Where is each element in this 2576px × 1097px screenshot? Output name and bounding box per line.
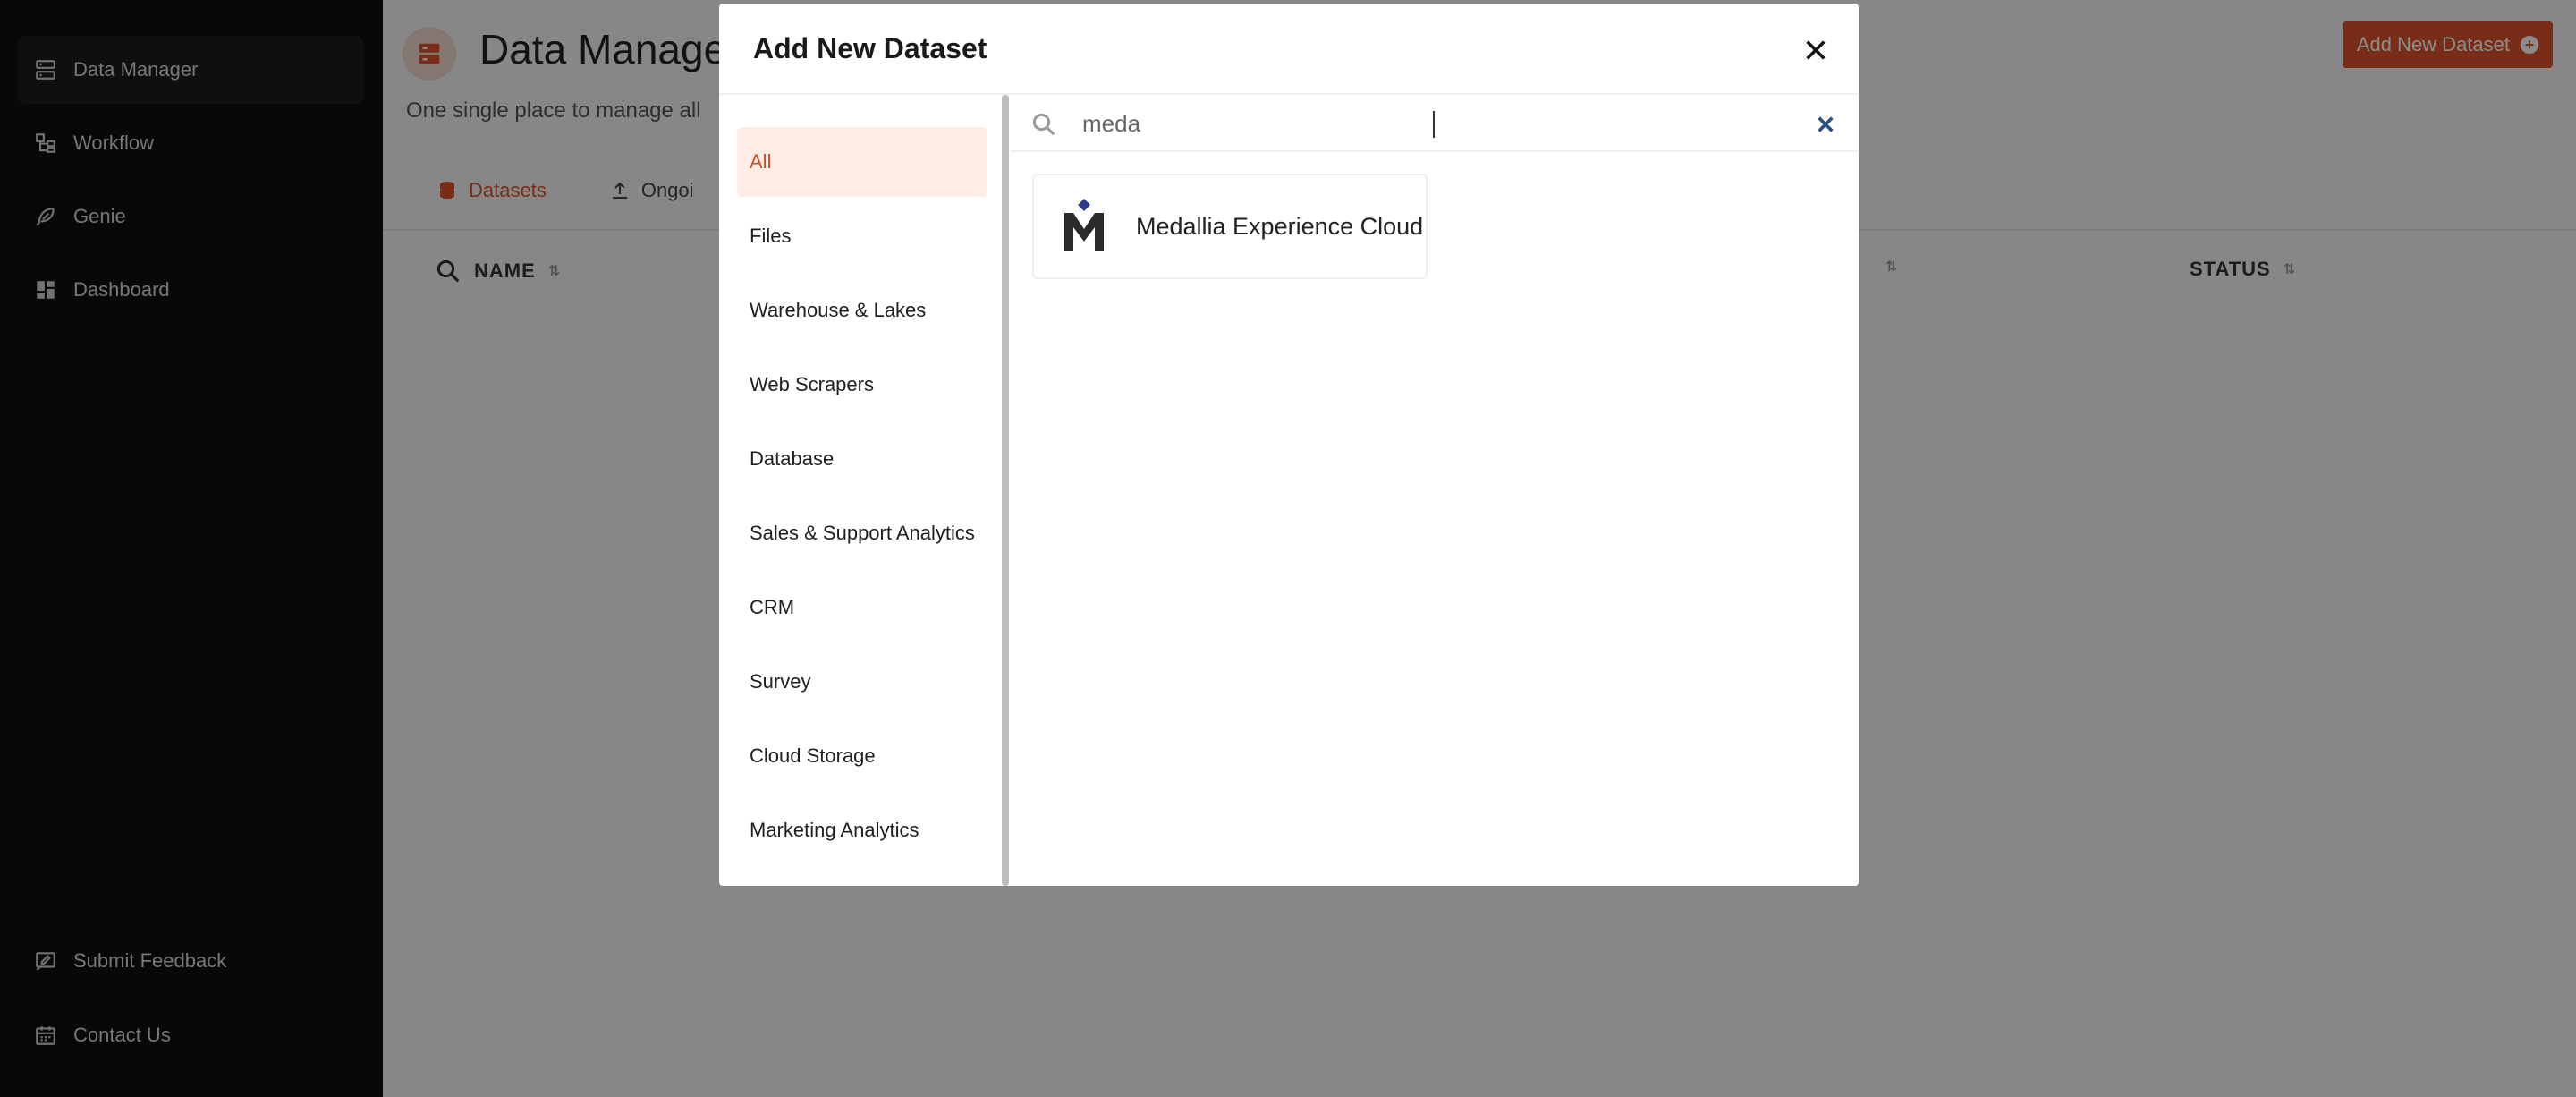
category-all[interactable]: All [737,127,987,197]
category-cloud-storage[interactable]: Cloud Storage [737,721,987,791]
search-icon [1030,111,1057,138]
add-dataset-modal: Add New Dataset All Files Warehouse & La… [719,4,1859,886]
category-marketing-analytics[interactable]: Marketing Analytics [737,795,987,865]
category-web-scrapers[interactable]: Web Scrapers [737,350,987,420]
text-cursor [1433,111,1435,138]
medallia-logo [1050,192,1118,260]
result-card[interactable]: Medallia Experience Cloud [1032,174,1428,279]
category-scrollbar[interactable] [1002,95,1009,886]
category-crm[interactable]: CRM [737,573,987,642]
category-sales-support-analytics[interactable]: Sales & Support Analytics [737,498,987,568]
category-files[interactable]: Files [737,201,987,271]
category-database[interactable]: Database [737,424,987,494]
result-name: Medallia Experience Cloud [1136,212,1424,240]
clear-icon [1818,116,1834,132]
search-bar [1011,95,1859,152]
close-icon [1806,40,1826,60]
category-survey[interactable]: Survey [737,647,987,717]
clear-search-button[interactable] [1814,113,1837,136]
category-list: All Files Warehouse & Lakes Web Scrapers… [719,95,1007,886]
category-warehouse-lakes[interactable]: Warehouse & Lakes [737,276,987,345]
search-input[interactable] [1082,104,1798,143]
modal-title: Add New Dataset [753,32,987,64]
close-button[interactable] [1800,34,1832,66]
modal-header: Add New Dataset [719,4,1859,95]
